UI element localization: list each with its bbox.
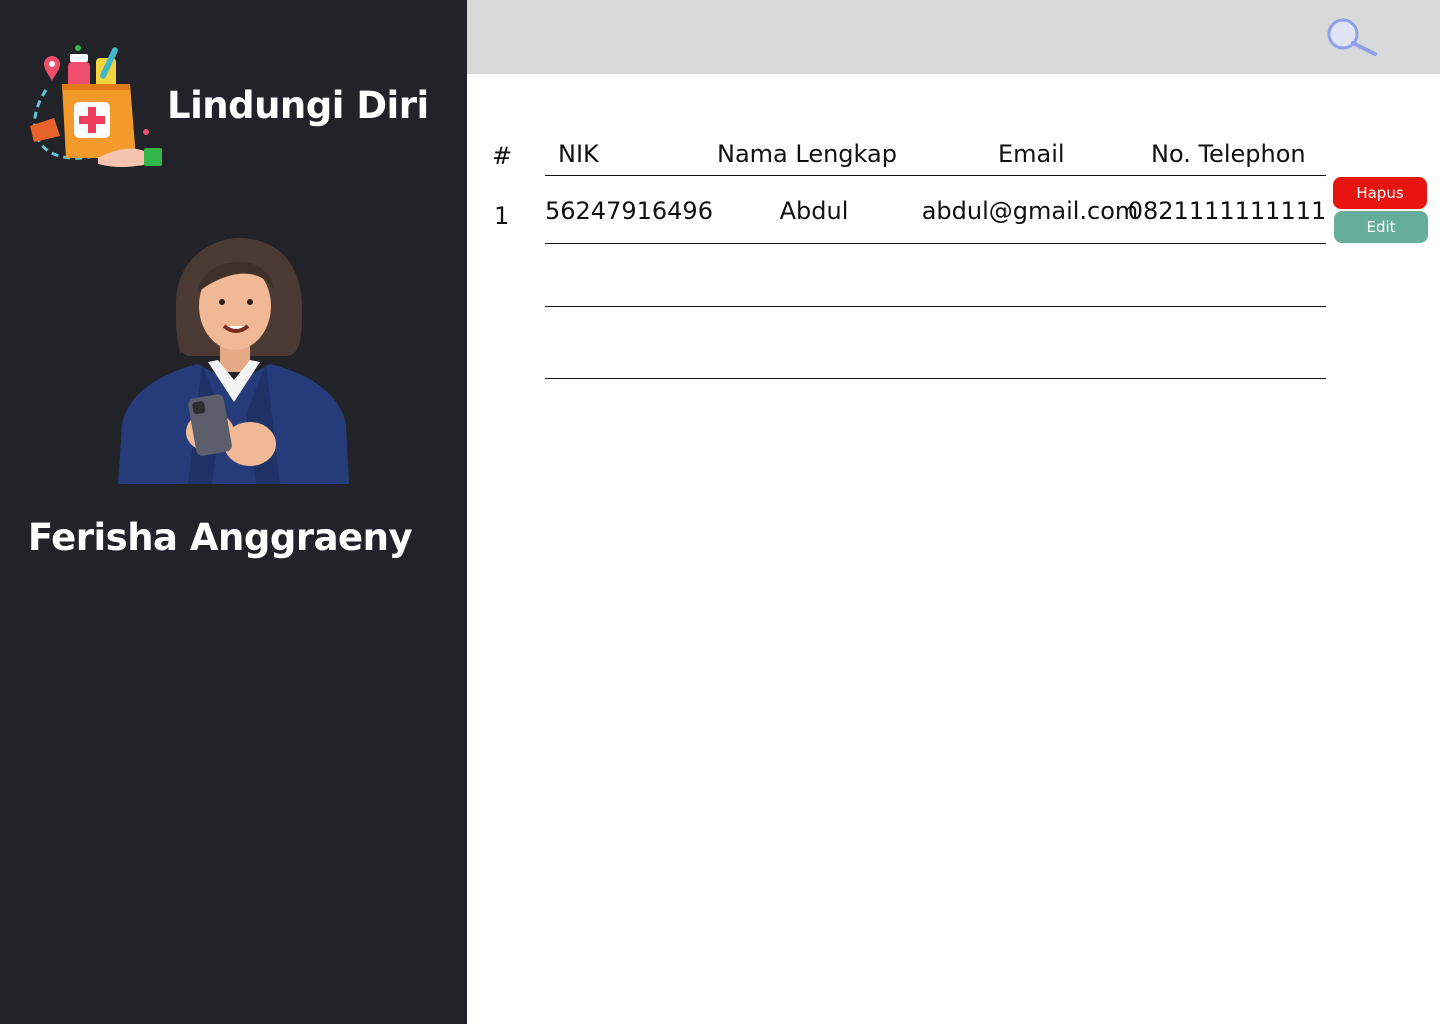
row-divider: [545, 378, 1326, 379]
cell-phone: 0821111111111: [1127, 197, 1327, 225]
user-name: Ferisha Anggraeny: [27, 516, 413, 559]
row-divider: [545, 306, 1326, 307]
row-divider: [545, 243, 1326, 244]
column-header-phone: No. Telephon: [1151, 140, 1306, 168]
column-header-email: Email: [998, 140, 1065, 168]
column-header-name: Nama Lengkap: [717, 140, 897, 168]
user-avatar: [118, 234, 349, 484]
medicine-bag-icon: [26, 40, 166, 172]
cell-name: Abdul: [779, 197, 849, 225]
top-bar: [467, 0, 1440, 74]
column-header-nik: NIK: [558, 140, 599, 168]
app-title: Lindungi Diri: [167, 84, 429, 127]
header-divider: [545, 175, 1326, 176]
search-icon[interactable]: [1325, 16, 1379, 60]
edit-button[interactable]: Edit: [1334, 211, 1428, 243]
column-header-index: #: [492, 142, 513, 170]
sidebar: Lindungi Diri Ferisha Anggraeny: [0, 0, 467, 1024]
cell-email: abdul@gmail.com: [921, 197, 1139, 225]
delete-button[interactable]: Hapus: [1333, 177, 1427, 209]
cell-nik: 56247916496: [545, 197, 713, 225]
row-index: 1: [494, 202, 510, 230]
